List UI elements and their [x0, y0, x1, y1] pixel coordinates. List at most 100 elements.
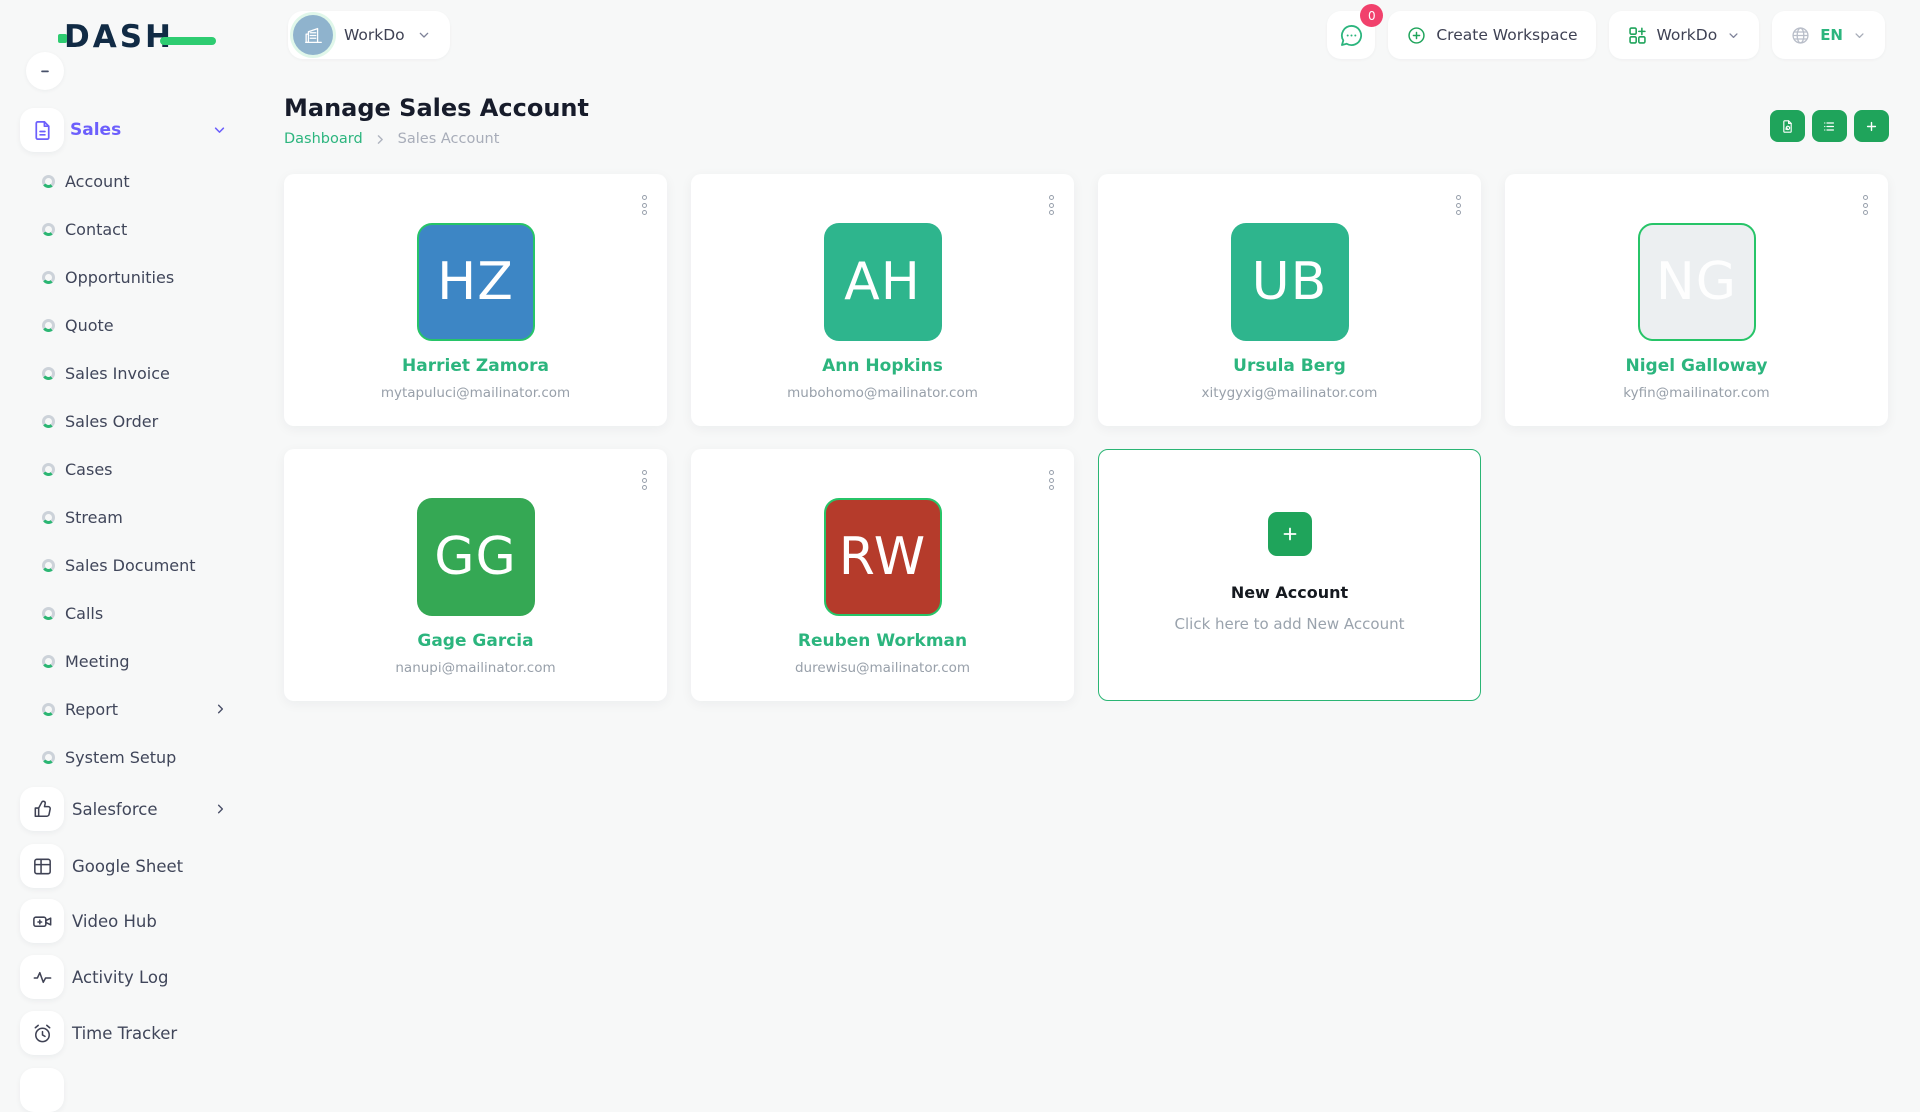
list-view-button[interactable] — [1812, 110, 1847, 142]
bullet-icon — [42, 367, 55, 380]
chevron-right-icon — [213, 802, 228, 817]
avatar: HZ — [417, 223, 535, 341]
sidebar-app-google-sheet[interactable]: Google Sheet — [0, 844, 238, 888]
chat-bubble-icon — [1338, 22, 1365, 49]
grid-plus-icon — [1627, 25, 1648, 46]
add-account-button[interactable] — [1854, 110, 1889, 142]
avatar: AH — [824, 223, 942, 341]
avatar: UB — [1231, 223, 1349, 341]
sidebar-item-sales-invoice[interactable]: Sales Invoice — [0, 351, 238, 395]
sidebar-item-sales-order[interactable]: Sales Order — [0, 399, 238, 443]
thumbs-up-icon — [31, 798, 54, 821]
header-actions: 0 Create Workspace WorkDo EN — [1327, 11, 1885, 59]
card-menu-button[interactable] — [638, 466, 651, 494]
avatar: NG — [1638, 223, 1756, 341]
workspace-avatar — [293, 15, 333, 55]
sidebar-app-activity-log[interactable]: Activity Log — [0, 955, 238, 999]
avatar: RW — [824, 498, 942, 616]
globe-icon — [1790, 25, 1811, 46]
file-sync-icon — [1779, 118, 1796, 135]
partial-icon-tile — [20, 1068, 64, 1112]
account-name-link[interactable]: Harriet Zamora — [402, 356, 549, 376]
sidebar-item-stream[interactable]: Stream — [0, 495, 238, 539]
bullet-icon — [42, 463, 55, 476]
google-sheet-icon-tile — [20, 844, 64, 888]
breadcrumb: Dashboard Sales Account — [284, 131, 499, 147]
minus-icon — [36, 62, 54, 80]
new-account-title: New Account — [1231, 583, 1348, 602]
avatar: GG — [417, 498, 535, 616]
alarm-clock-icon — [31, 1022, 54, 1045]
create-workspace-label: Create Workspace — [1436, 26, 1577, 44]
page-actions — [1770, 110, 1889, 142]
card-menu-button[interactable] — [1045, 191, 1058, 219]
account-email: mytapuluci@mailinator.com — [381, 385, 570, 401]
sidebar-item-partial[interactable] — [0, 1068, 238, 1112]
bullet-icon — [42, 319, 55, 332]
page-title: Manage Sales Account — [284, 94, 589, 122]
messages-button[interactable]: 0 — [1327, 11, 1375, 59]
bullet-icon — [42, 607, 55, 620]
create-workspace-button[interactable]: Create Workspace — [1388, 11, 1595, 59]
bullet-icon — [42, 175, 55, 188]
sidebar-item-meeting[interactable]: Meeting — [0, 639, 238, 683]
bullet-icon — [42, 703, 55, 716]
account-card: AH Ann Hopkins mubohomo@mailinator.com — [691, 174, 1074, 426]
bullet-icon — [42, 223, 55, 236]
account-name-link[interactable]: Gage Garcia — [417, 631, 533, 651]
new-account-plus-button[interactable] — [1268, 512, 1312, 556]
breadcrumb-dashboard-link[interactable]: Dashboard — [284, 131, 363, 147]
export-accounts-button[interactable] — [1770, 110, 1805, 142]
bullet-icon — [42, 655, 55, 668]
sidebar-collapse-button[interactable] — [26, 52, 64, 90]
account-name-link[interactable]: Reuben Workman — [798, 631, 967, 651]
sidebar-item-calls[interactable]: Calls — [0, 591, 238, 635]
sidebar-item-system-setup[interactable]: System Setup — [0, 735, 238, 779]
workspace-dropdown-label: WorkDo — [1657, 26, 1718, 44]
bullet-icon — [42, 559, 55, 572]
sidebar-item-sales-document[interactable]: Sales Document — [0, 543, 238, 587]
account-email: nanupi@mailinator.com — [395, 660, 555, 676]
chevron-down-icon — [1852, 28, 1867, 43]
video-camera-icon — [31, 910, 54, 933]
card-menu-button[interactable] — [638, 191, 651, 219]
sidebar-app-time-tracker[interactable]: Time Tracker — [0, 1011, 238, 1055]
account-card: HZ Harriet Zamora mytapuluci@mailinator.… — [284, 174, 667, 426]
account-name-link[interactable]: Ann Hopkins — [822, 356, 943, 376]
accounts-grid: HZ Harriet Zamora mytapuluci@mailinator.… — [284, 174, 1888, 701]
card-menu-button[interactable] — [1859, 191, 1872, 219]
chevron-down-icon — [211, 122, 228, 139]
sales-group-icon-tile — [20, 108, 64, 152]
language-selector[interactable]: EN — [1772, 11, 1885, 59]
chevron-down-icon — [416, 27, 432, 43]
workspace-dropdown[interactable]: WorkDo — [1609, 11, 1760, 59]
chevron-right-icon — [374, 133, 387, 146]
sidebar-app-salesforce[interactable]: Salesforce — [0, 787, 238, 831]
workspace-switcher[interactable]: WorkDo — [288, 11, 450, 59]
account-email: xitygyxig@mailinator.com — [1202, 385, 1378, 401]
sidebar-item-opportunities[interactable]: Opportunities — [0, 255, 238, 299]
breadcrumb-current: Sales Account — [398, 131, 500, 147]
account-email: durewisu@mailinator.com — [795, 660, 970, 676]
card-menu-button[interactable] — [1452, 191, 1465, 219]
sidebar-item-contact[interactable]: Contact — [0, 207, 238, 251]
language-code: EN — [1820, 26, 1843, 44]
sidebar-item-quote[interactable]: Quote — [0, 303, 238, 347]
account-card: NG Nigel Galloway kyfin@mailinator.com — [1505, 174, 1888, 426]
video-hub-icon-tile — [20, 899, 64, 943]
card-menu-button[interactable] — [1045, 466, 1058, 494]
bullet-icon — [42, 751, 55, 764]
sidebar-group-sales[interactable]: Sales — [0, 108, 238, 152]
sidebar-app-video-hub[interactable]: Video Hub — [0, 899, 238, 943]
sidebar-item-cases[interactable]: Cases — [0, 447, 238, 491]
workspace-switcher-label: WorkDo — [344, 26, 405, 44]
sidebar-group-label: Sales — [70, 120, 121, 140]
messages-badge: 0 — [1360, 4, 1383, 27]
account-name-link[interactable]: Ursula Berg — [1233, 356, 1346, 376]
building-icon — [302, 24, 324, 46]
new-account-card[interactable]: New Account Click here to add New Accoun… — [1098, 449, 1481, 701]
sidebar-item-report[interactable]: Report — [0, 687, 238, 731]
account-name-link[interactable]: Nigel Galloway — [1626, 356, 1768, 376]
account-email: mubohomo@mailinator.com — [787, 385, 978, 401]
sidebar-item-account[interactable]: Account — [0, 159, 238, 203]
